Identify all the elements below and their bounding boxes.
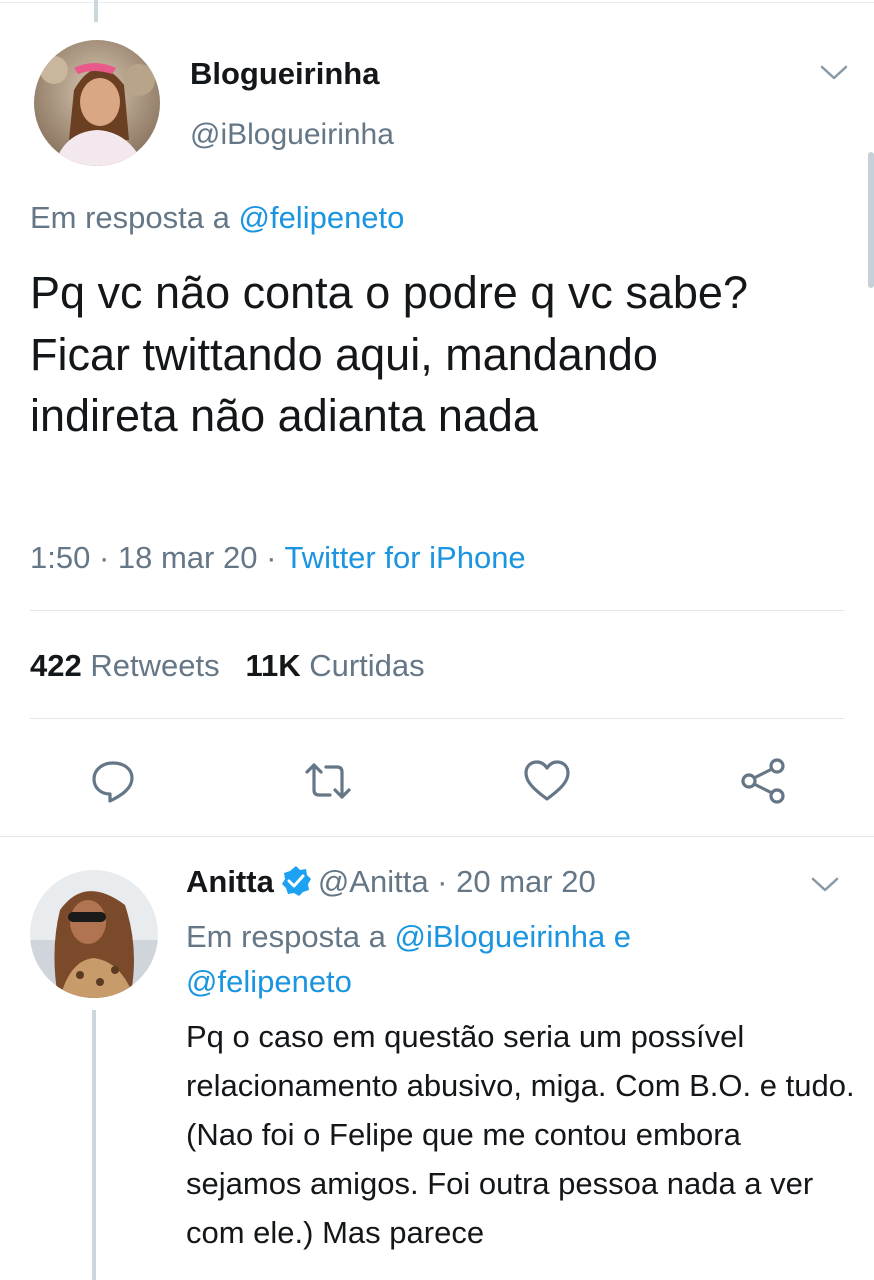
divider <box>30 610 844 611</box>
thread-line <box>92 1010 96 1280</box>
reply-prefix: Em resposta a <box>186 919 395 954</box>
likes-count: 11K <box>245 648 301 683</box>
verified-badge-icon <box>281 866 311 896</box>
avatar-anitta[interactable] <box>30 870 158 998</box>
tweet-text: Pq vc não conta o podre q vc sabe? Ficar… <box>30 267 748 441</box>
reply-to-link-2[interactable]: @felipeneto <box>186 964 352 999</box>
reply-to-link[interactable]: @felipeneto <box>238 200 404 235</box>
handle[interactable]: @iBlogueirinha <box>190 118 394 152</box>
tweet-meta: 1:50 · 18 mar 20 · Twitter for iPhone <box>30 540 526 576</box>
reply-header: Anitta @Anitta · 20 mar 20 <box>186 864 596 900</box>
retweets-stat[interactable]: 422 Retweets <box>30 648 220 683</box>
top-border <box>0 2 874 3</box>
reply-context: Em resposta a @iBlogueirinha e @felipene… <box>186 914 846 1004</box>
retweet-icon[interactable] <box>303 756 353 806</box>
reply-to-link-1[interactable]: @iBlogueirinha <box>394 919 605 954</box>
heart-icon[interactable] <box>522 756 572 806</box>
share-icon[interactable] <box>738 756 788 806</box>
chevron-down-icon[interactable] <box>819 64 849 82</box>
reply-handle-date[interactable]: @Anitta · 20 mar 20 <box>318 864 596 899</box>
reply-display-name[interactable]: Anitta <box>186 864 274 899</box>
reply-context: Em resposta a @felipeneto <box>30 200 404 236</box>
tweet-source[interactable]: Twitter for iPhone <box>284 540 525 575</box>
avatar-blogueirinha[interactable] <box>34 40 160 166</box>
scrollbar[interactable] <box>868 152 874 288</box>
tweet-stats: 422 Retweets 11K Curtidas <box>30 648 425 684</box>
divider <box>30 718 844 719</box>
likes-label: Curtidas <box>309 648 425 683</box>
divider <box>0 836 874 837</box>
retweets-label: Retweets <box>90 648 220 683</box>
reply-icon[interactable] <box>88 756 138 806</box>
reply-and: e <box>605 919 632 954</box>
reply-prefix: Em resposta a <box>30 200 239 235</box>
thread-line-top <box>94 0 98 22</box>
likes-stat[interactable]: 11K Curtidas <box>245 648 424 683</box>
chevron-down-icon[interactable] <box>810 876 840 894</box>
retweets-count: 422 <box>30 648 82 683</box>
display-name[interactable]: Blogueirinha <box>190 56 379 92</box>
tweet-timestamp[interactable]: 1:50 · 18 mar 20 · <box>30 540 284 575</box>
reply-tweet-text: Pq o caso em questão seria um possível r… <box>186 1019 855 1250</box>
